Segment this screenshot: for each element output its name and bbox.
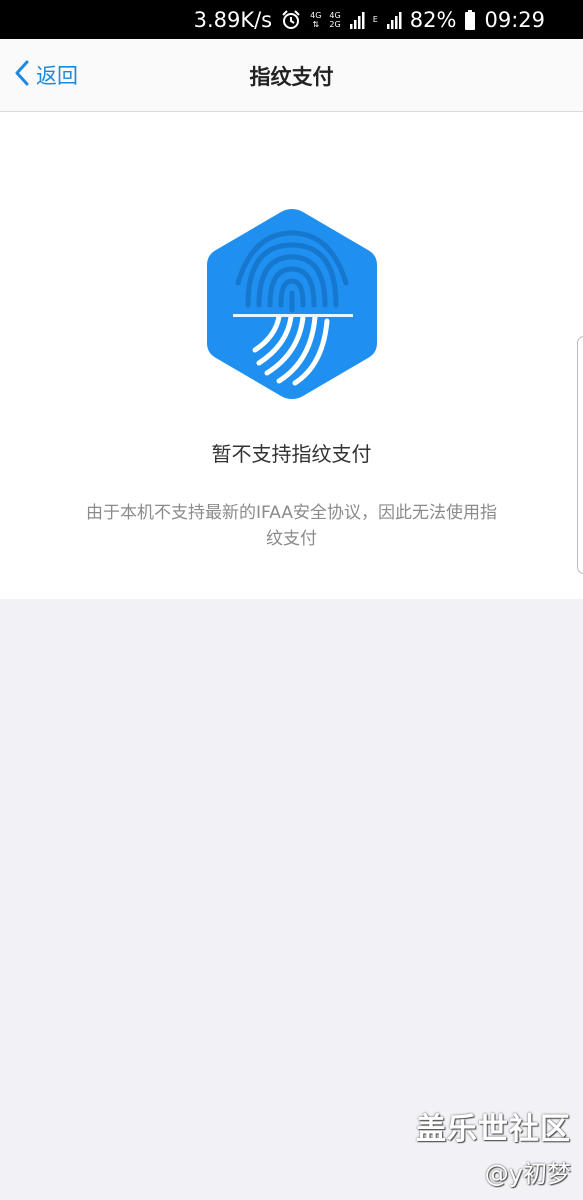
battery-icon <box>464 9 476 30</box>
watermark-title: 盖乐世社区 <box>416 1112 571 1147</box>
content-card: 暂不支持指纹支付 由于本机不支持最新的IFAA安全协议，因此无法使用指纹支付 <box>0 112 583 599</box>
network-e-indicator: E <box>372 15 378 24</box>
alarm-icon <box>280 9 302 31</box>
watermark: 盖乐世社区 @y初梦 <box>416 1104 571 1189</box>
nav-bar: 返回 指纹支付 <box>0 39 583 112</box>
battery-percent: 82% <box>409 7 457 32</box>
signal-icon-2 <box>386 11 402 29</box>
network-4g-indicator: 4G ⇅ <box>310 10 322 29</box>
unsupported-title: 暂不支持指纹支付 <box>211 442 372 466</box>
edge-panel-handle[interactable] <box>577 336 583 574</box>
page-title: 指纹支付 <box>249 65 334 89</box>
status-bar: 3.89K/s 4G ⇅ 4G 2G E 82% 09:29 <box>0 0 583 39</box>
signal-icon <box>349 11 365 29</box>
watermark-user: @y初梦 <box>484 1160 571 1188</box>
network-speed: 3.89K/s <box>193 7 273 32</box>
clock: 09:29 <box>484 7 545 32</box>
unsupported-description: 由于本机不支持最新的IFAA安全协议，因此无法使用指纹支付 <box>86 503 497 549</box>
network-4g-2g-indicator: 4G 2G <box>329 10 341 29</box>
fingerprint-icon <box>203 205 381 403</box>
